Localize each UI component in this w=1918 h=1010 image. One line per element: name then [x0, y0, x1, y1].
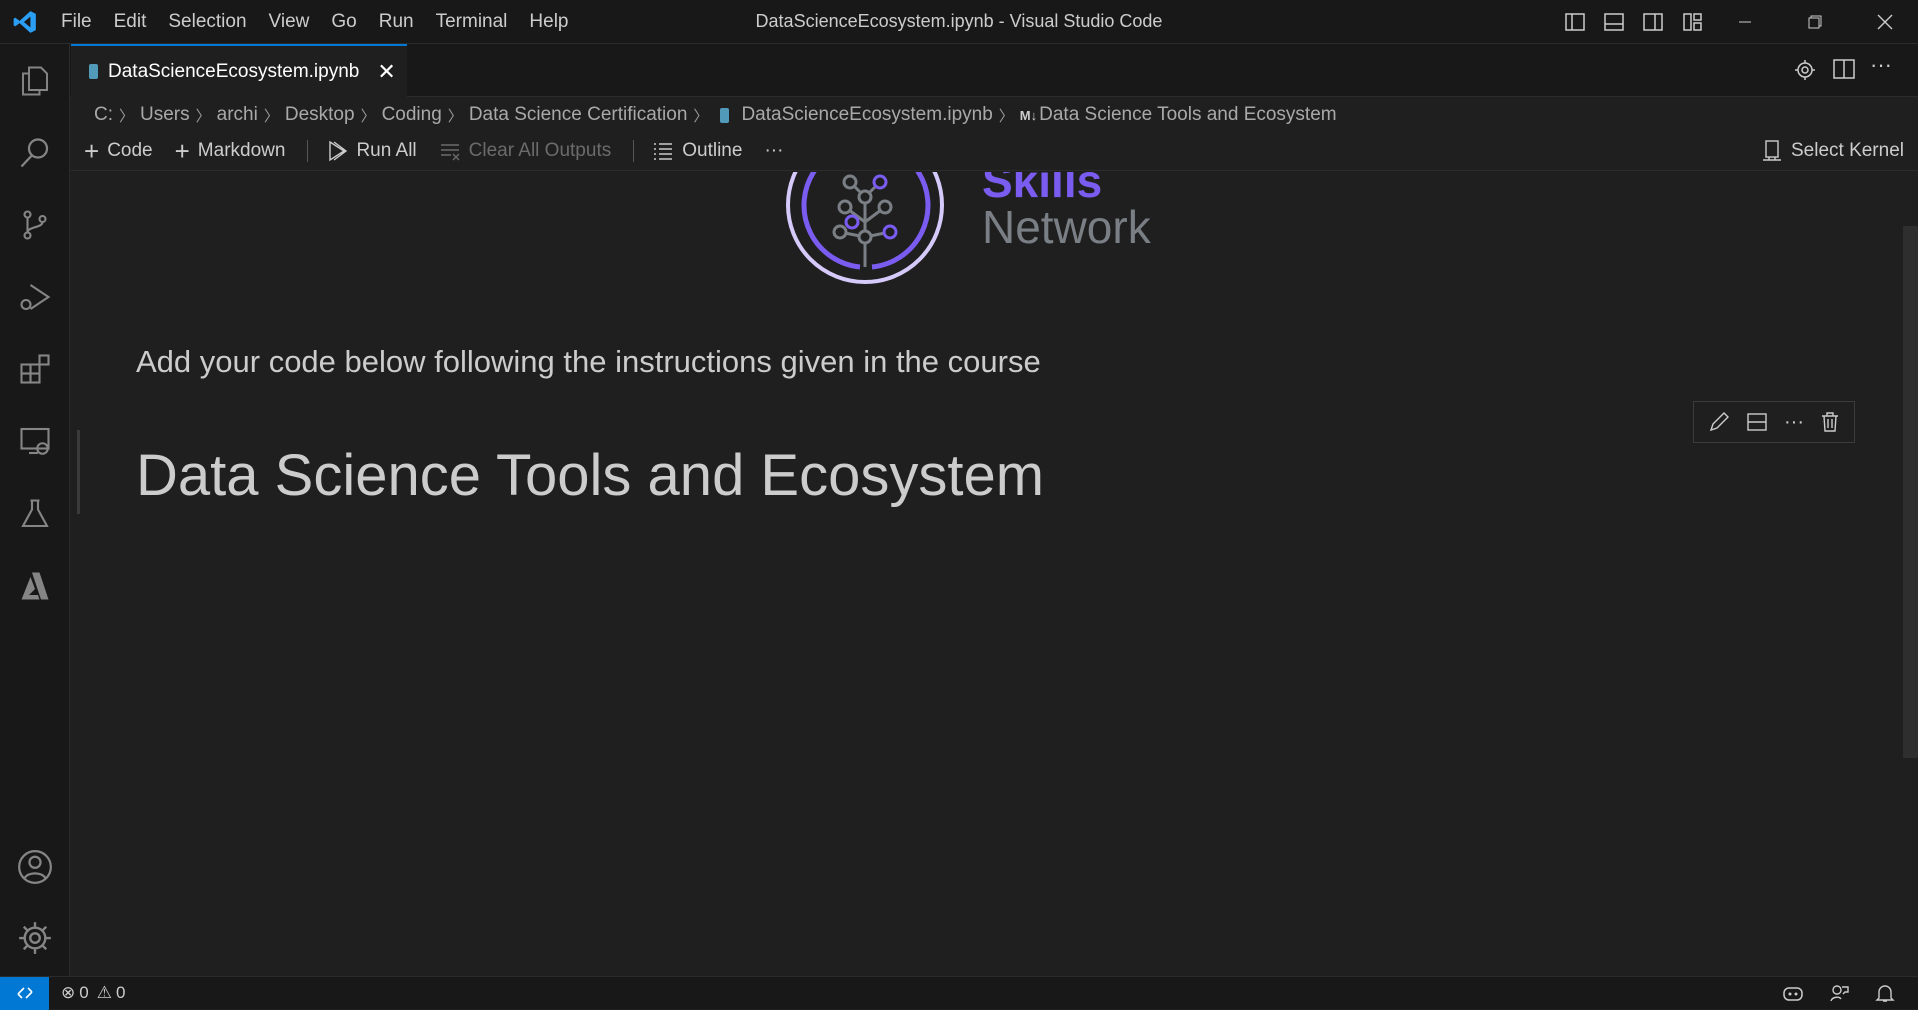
- close-window-icon[interactable]: [1860, 0, 1910, 44]
- clear-all-outputs-button[interactable]: Clear All Outputs: [439, 140, 612, 162]
- notebook-toolbar: + Code + Markdown Run All Clear All Output…: [70, 132, 1918, 171]
- breadcrumb: C: 〉 Users 〉 archi 〉 Desktop 〉 Coding 〉 Data …: [94, 104, 1337, 126]
- add-markdown-label: Markdown: [197, 140, 286, 161]
- toggle-secondary-sidebar-icon[interactable]: [1638, 0, 1668, 44]
- toolbar-more-button[interactable]: ···: [764, 140, 783, 162]
- outline-label: Outline: [682, 140, 743, 161]
- remote-icon: [16, 987, 33, 999]
- edit-pencil-icon[interactable]: [1708, 411, 1730, 433]
- cell-toolbar: ···: [1693, 401, 1855, 443]
- accounts-icon[interactable]: [0, 837, 70, 897]
- activity-bar: [0, 44, 70, 976]
- more-actions-icon[interactable]: ···: [1870, 52, 1892, 78]
- notebook-editor: Skills Network Add your code below follo…: [70, 172, 1903, 976]
- breadcrumb-item[interactable]: Data Science Certification: [469, 104, 688, 126]
- breadcrumb-item[interactable]: C:: [94, 104, 113, 126]
- title-bar: File Edit Selection View Go Run Terminal…: [0, 0, 1918, 44]
- outline-button[interactable]: Outline: [652, 140, 742, 162]
- breadcrumb-item[interactable]: archi: [217, 104, 258, 126]
- clear-outputs-icon: [440, 144, 460, 161]
- add-code-label: Code: [107, 140, 153, 161]
- menu-run[interactable]: Run: [368, 11, 425, 33]
- warning-icon: ⚠: [96, 983, 112, 1002]
- warning-count: 0: [115, 983, 126, 1002]
- plus-icon: +: [84, 135, 100, 166]
- divider: [307, 140, 309, 162]
- restore-icon[interactable]: [1790, 0, 1840, 44]
- run-all-button[interactable]: Run All: [326, 140, 417, 162]
- manage-gear-icon[interactable]: [0, 908, 70, 968]
- menu-go[interactable]: Go: [320, 11, 367, 33]
- skills-network-logo: [786, 172, 944, 284]
- notebook-file-icon: [89, 64, 98, 79]
- delete-trash-icon[interactable]: [1820, 411, 1840, 433]
- customize-layout-icon[interactable]: [1678, 0, 1708, 44]
- menu-file[interactable]: File: [50, 11, 103, 33]
- vertical-scrollbar[interactable]: [1903, 226, 1918, 758]
- list-icon: [654, 143, 673, 160]
- toggle-panel-icon[interactable]: [1599, 0, 1629, 44]
- logo-network-text: Network: [982, 201, 1151, 253]
- markdown-heading[interactable]: Data Science Tools and Ecosystem: [136, 442, 1044, 509]
- kernel-icon: [1762, 140, 1781, 161]
- menu-terminal[interactable]: Terminal: [425, 11, 519, 33]
- instruction-text: Add your code below following the instru…: [136, 344, 1041, 379]
- search-icon[interactable]: [0, 123, 70, 183]
- markdown-icon: M↓: [1019, 107, 1038, 123]
- minimize-icon[interactable]: [1720, 0, 1770, 44]
- explorer-icon[interactable]: [0, 51, 70, 111]
- plus-icon: +: [174, 135, 190, 166]
- azure-icon[interactable]: [0, 556, 70, 616]
- extensions-icon[interactable]: [0, 339, 70, 399]
- select-kernel-label: Select Kernel: [1790, 140, 1904, 161]
- menu-edit[interactable]: Edit: [103, 11, 158, 33]
- error-count: 0: [79, 983, 89, 1002]
- tab-label: DataScienceEcosystem.ipynb: [108, 60, 360, 82]
- add-code-cell-button[interactable]: + Code: [84, 136, 153, 167]
- split-editor-icon[interactable]: [1833, 58, 1855, 85]
- feedback-icon[interactable]: [1829, 983, 1849, 1008]
- source-control-icon[interactable]: [0, 195, 70, 255]
- tab-datascienceecosystem[interactable]: DataScienceEcosystem.ipynb ✕: [71, 44, 407, 97]
- error-icon: ⊗: [61, 983, 76, 1002]
- remote-indicator-button[interactable]: [0, 976, 49, 1010]
- divider: [633, 140, 635, 162]
- run-all-label: Run All: [356, 140, 417, 161]
- cell-more-icon[interactable]: ···: [1784, 411, 1804, 434]
- notifications-bell-icon[interactable]: [1875, 983, 1895, 1008]
- run-debug-icon[interactable]: [0, 267, 70, 327]
- menu-help[interactable]: Help: [518, 11, 579, 33]
- toggle-primary-sidebar-icon[interactable]: [1560, 0, 1590, 44]
- breadcrumb-item[interactable]: DataScienceEcosystem.ipynb: [741, 104, 992, 126]
- remote-explorer-icon[interactable]: [0, 411, 70, 471]
- menu-view[interactable]: View: [258, 11, 321, 33]
- status-bar: ⊗ 0 ⚠ 0: [0, 976, 1918, 1010]
- split-cell-icon[interactable]: [1746, 411, 1768, 433]
- notebook-settings-gear-icon[interactable]: [1793, 58, 1817, 87]
- breadcrumb-item[interactable]: Desktop: [285, 104, 355, 126]
- problems-button[interactable]: ⊗ 0 ⚠ 0: [61, 983, 125, 1003]
- copilot-icon[interactable]: [1782, 983, 1804, 1008]
- testing-icon[interactable]: [0, 484, 70, 544]
- editor-tab-bar: DataScienceEcosystem.ipynb ✕ ···: [70, 44, 1918, 97]
- close-tab-icon[interactable]: ✕: [377, 59, 395, 85]
- breadcrumb-item[interactable]: Data Science Tools and Ecosystem: [1039, 104, 1336, 126]
- add-markdown-cell-button[interactable]: + Markdown: [175, 136, 286, 167]
- cell-focus-indicator[interactable]: [77, 430, 80, 514]
- select-kernel-button[interactable]: Select Kernel: [1761, 139, 1904, 163]
- clear-outputs-label: Clear All Outputs: [468, 140, 612, 161]
- menu-selection[interactable]: Selection: [157, 11, 257, 33]
- notebook-file-icon: [720, 107, 730, 123]
- run-all-icon: [329, 140, 348, 162]
- breadcrumb-item[interactable]: Coding: [382, 104, 442, 126]
- vscode-logo-icon: [0, 9, 50, 35]
- logo-skills-text: Skills: [982, 172, 1103, 207]
- breadcrumb-item[interactable]: Users: [140, 104, 190, 126]
